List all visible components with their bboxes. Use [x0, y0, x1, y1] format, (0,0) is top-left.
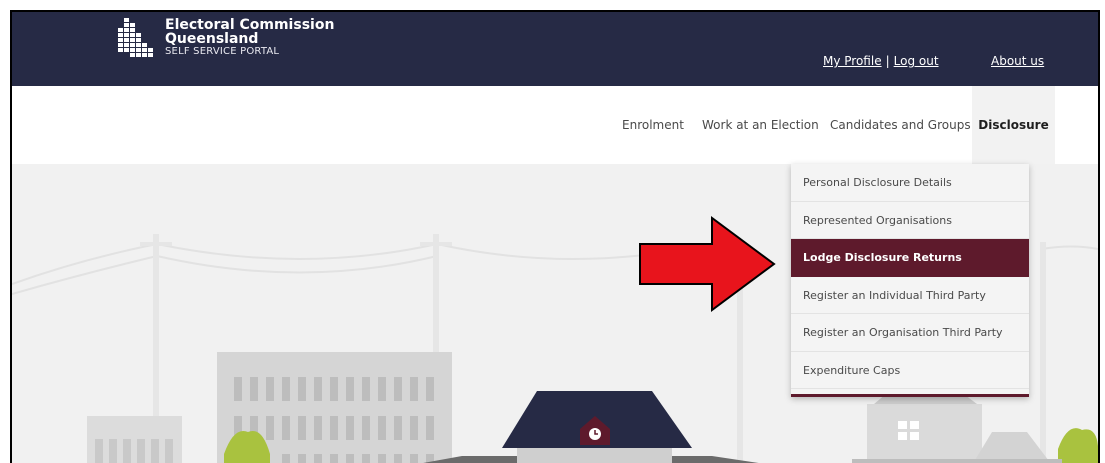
- log-out-link[interactable]: Log out: [894, 54, 939, 68]
- menu-item-register-organisation-third-party[interactable]: Register an Organisation Third Party: [791, 314, 1029, 352]
- red-arrow-icon: [639, 216, 776, 312]
- disclosure-dropdown-menu: Personal Disclosure Details Represented …: [791, 164, 1029, 397]
- ecq-logo-icon: [118, 18, 153, 57]
- menu-item-represented-organisations[interactable]: Represented Organisations: [791, 202, 1029, 239]
- menu-item-register-individual-third-party[interactable]: Register an Individual Third Party: [791, 277, 1029, 314]
- link-separator: |: [885, 54, 890, 68]
- nav-disclosure[interactable]: Disclosure: [972, 86, 1055, 164]
- ecq-logo[interactable]: Electoral Commission Queensland SELF SER…: [116, 18, 334, 62]
- menu-item-lodge-disclosure-returns[interactable]: Lodge Disclosure Returns: [791, 239, 1029, 277]
- browser-frame: Electoral Commission Queensland SELF SER…: [10, 10, 1100, 463]
- logo-title-line1: Electoral Commission: [165, 17, 335, 33]
- about-us-container: About us: [991, 54, 1044, 68]
- nav-candidates-and-groups[interactable]: Candidates and Groups: [830, 86, 971, 164]
- menu-item-expenditure-caps[interactable]: Expenditure Caps: [791, 352, 1029, 389]
- top-header: Electoral Commission Queensland SELF SER…: [12, 12, 1098, 86]
- menu-item-personal-disclosure-details[interactable]: Personal Disclosure Details: [791, 164, 1029, 202]
- nav-work-at-an-election[interactable]: Work at an Election: [702, 86, 819, 164]
- my-profile-link[interactable]: My Profile: [823, 54, 882, 68]
- user-links: My Profile | Log out: [823, 54, 939, 68]
- logo-title-line2: Queensland: [165, 31, 259, 47]
- logo-subtitle: SELF SERVICE PORTAL: [165, 46, 280, 57]
- nav-enrolment[interactable]: Enrolment: [622, 86, 684, 164]
- main-nav: Enrolment Work at an Election Candidates…: [12, 86, 1098, 164]
- about-us-link[interactable]: About us: [991, 54, 1044, 68]
- logo-text: Electoral Commission Queensland SELF SER…: [165, 18, 334, 58]
